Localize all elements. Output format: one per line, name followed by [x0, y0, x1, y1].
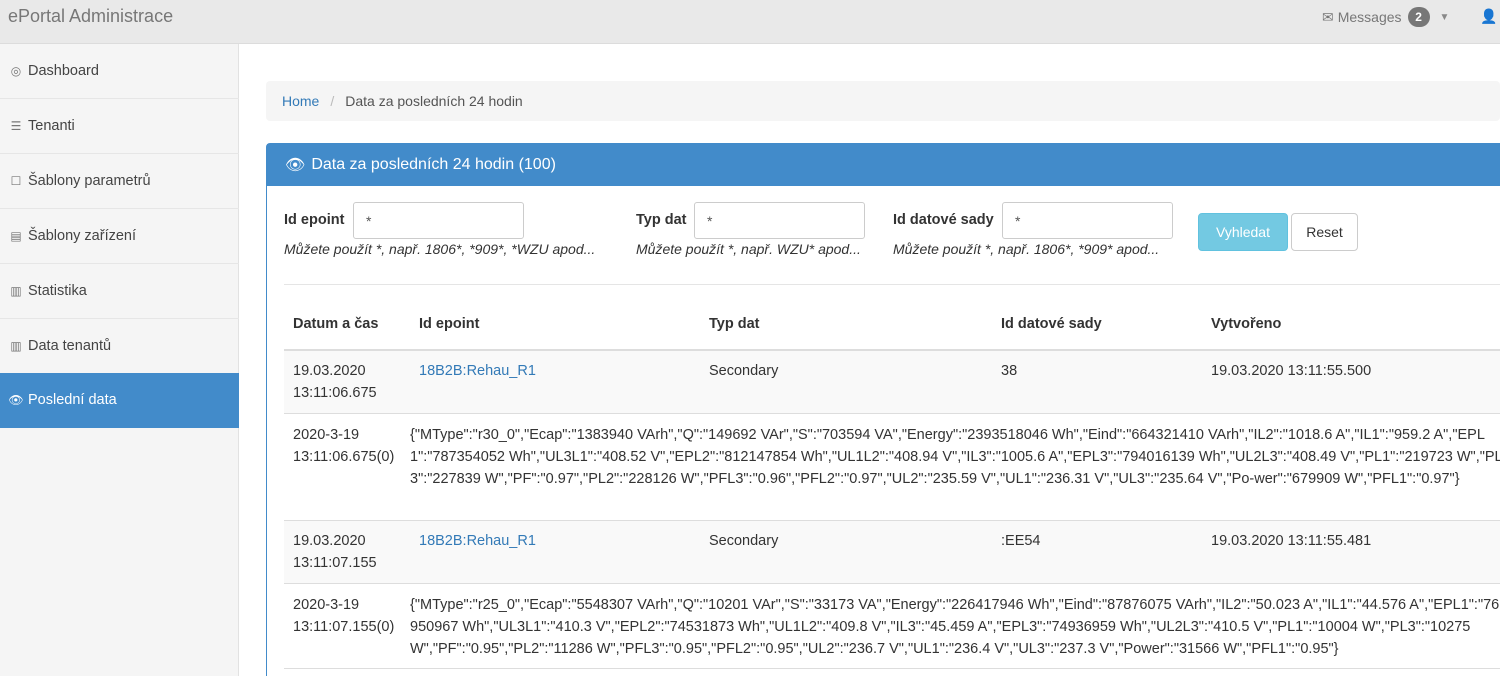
epoint-filter-input[interactable] [353, 202, 524, 239]
breadcrumb: Home / Data za posledních 24 hodin [266, 81, 1500, 121]
list-icon: ☰ [10, 119, 22, 133]
breadcrumb-separator: / [330, 93, 335, 109]
table-row-detail: 2020-3-19 13:11:07.155(0) {"MType":"r25_… [284, 584, 1500, 669]
data-table: Datum a čas Id epoint Typ dat Id datové … [284, 299, 1500, 669]
eye-icon: 👁 [285, 157, 306, 174]
square-icon: ☐ [10, 174, 22, 188]
table-row-detail: 2020-3-19 13:11:06.675(0) {"MType":"r30_… [284, 414, 1500, 521]
typ-filter-input[interactable] [694, 202, 865, 239]
column-header-sada[interactable]: Id datové sady [1001, 316, 1102, 332]
sada-filter-hint: Můžete použít *, např. 1806*, *909* apod… [893, 241, 1160, 257]
row-vytvoreno: 19.03.2020 13:11:55.481 [1211, 533, 1372, 549]
row-sada: :EE54 [1001, 533, 1041, 549]
messages-dropdown[interactable]: ✉ Messages 2 ▼ [1322, 7, 1449, 27]
eye-icon: 👁 [8, 393, 24, 407]
table-header: Datum a čas Id epoint Typ dat Id datové … [284, 299, 1500, 351]
sidebar-item-sablony-parametru[interactable]: ☐ Šablony parametrů [0, 154, 239, 209]
row-epoint-link[interactable]: 18B2B:Rehau_R1 [419, 530, 536, 552]
row-detail-json: {"MType":"r30_0","Ecap":"1383940 VArh","… [410, 427, 1500, 487]
row-detail-time: 13:11:06.675(0) [293, 449, 395, 465]
row-datetime: 19.03.2020 13:11:06.675 [293, 360, 377, 404]
bar-chart-icon: ▥ [10, 339, 22, 353]
sidebar-item-sablony-zarizeni[interactable]: ▤ Šablony zařízení [0, 209, 239, 264]
typ-filter-hint: Můžete použít *, např. WZU* apod... [636, 241, 861, 257]
row-detail-date: 2020-3-19 [293, 427, 360, 443]
sidebar-item-dashboard[interactable]: ◎ Dashboard [0, 44, 239, 99]
column-header-epoint[interactable]: Id epoint [419, 316, 479, 332]
reset-button[interactable]: Reset [1291, 213, 1358, 251]
sidebar-item-label: Data tenantů [28, 338, 112, 354]
sidebar-item-label: Šablony parametrů [28, 173, 151, 189]
sidebar-item-posledni-data[interactable]: 👁 Poslední data [0, 373, 239, 428]
search-button[interactable]: Vyhledat [1198, 213, 1288, 251]
epoint-filter-label: Id epoint [284, 212, 345, 228]
row-sada: 38 [1001, 363, 1018, 379]
row-date: 19.03.2020 [293, 533, 366, 549]
panel-title: Data za posledních 24 hodin (100) [311, 156, 556, 173]
sidebar-item-statistika[interactable]: ▥ Statistika [0, 264, 239, 319]
data-panel: 👁 Data za posledních 24 hodin (100) Id e… [266, 143, 1500, 676]
row-vytvoreno: 19.03.2020 13:11:55.500 [1211, 363, 1372, 379]
messages-label: Messages [1337, 9, 1402, 25]
user-icon[interactable]: 👤 [1480, 8, 1497, 25]
row-datetime: 19.03.2020 13:11:07.155 [293, 530, 377, 574]
sada-filter-input[interactable] [1002, 202, 1173, 239]
messages-count-badge: 2 [1407, 7, 1430, 27]
app-brand[interactable]: ePortal Administrace [8, 6, 173, 27]
row-detail-time: 13:11:07.155(0) [293, 619, 395, 635]
sidebar-item-label: Tenanti [28, 118, 75, 134]
panel-heading: 👁 Data za posledních 24 hodin (100) [267, 144, 1500, 186]
top-navbar: ePortal Administrace ✉ Messages 2 ▼ 👤 [0, 0, 1500, 44]
sidebar-item-label: Poslední data [28, 392, 117, 408]
bar-chart-icon: ▥ [10, 284, 22, 298]
sidebar-item-label: Statistika [28, 283, 87, 299]
sidebar-item-label: Dashboard [28, 63, 99, 79]
row-typ: Secondary [709, 533, 779, 549]
sidebar: ◎ Dashboard ☰ Tenanti ☐ Šablony parametr… [0, 44, 239, 676]
sidebar-item-tenanti[interactable]: ☰ Tenanti [0, 99, 239, 154]
table-row[interactable]: 19.03.2020 13:11:06.675 18B2B:Rehau_R1 S… [284, 351, 1500, 414]
device-icon: ▤ [10, 229, 22, 243]
chevron-down-icon: ▼ [1439, 11, 1450, 23]
row-time: 13:11:06.675 [293, 385, 377, 401]
breadcrumb-home-link[interactable]: Home [282, 93, 319, 109]
table-row[interactable]: 19.03.2020 13:11:07.155 18B2B:Rehau_R1 S… [284, 521, 1500, 584]
typ-filter-label: Typ dat [636, 212, 687, 228]
sada-filter-label: Id datové sady [893, 212, 994, 228]
row-typ: Secondary [709, 363, 779, 379]
row-date: 19.03.2020 [293, 363, 366, 379]
dashboard-icon: ◎ [10, 64, 22, 78]
row-epoint-link[interactable]: 18B2B:Rehau_R1 [419, 360, 536, 382]
row-time: 13:11:07.155 [293, 555, 377, 571]
breadcrumb-current: Data za posledních 24 hodin [345, 93, 523, 109]
column-header-typ[interactable]: Typ dat [709, 316, 759, 332]
column-header-datum[interactable]: Datum a čas [293, 316, 378, 332]
row-detail-datetime: 2020-3-19 13:11:07.155(0) [293, 594, 394, 638]
sidebar-item-label: Šablony zařízení [28, 228, 137, 244]
row-detail-datetime: 2020-3-19 13:11:06.675(0) [293, 424, 394, 468]
epoint-filter-hint: Můžete použít *, např. 1806*, *909*, *WZ… [284, 241, 596, 257]
column-header-vytvoreno[interactable]: Vytvořeno [1211, 316, 1281, 332]
row-detail-json: {"MType":"r25_0","Ecap":"5548307 VArh","… [410, 597, 1500, 657]
row-detail-date: 2020-3-19 [293, 597, 360, 613]
envelope-icon: ✉ [1322, 8, 1334, 25]
sidebar-item-data-tenantu[interactable]: ▥ Data tenantů [0, 319, 239, 374]
divider [284, 284, 1500, 285]
